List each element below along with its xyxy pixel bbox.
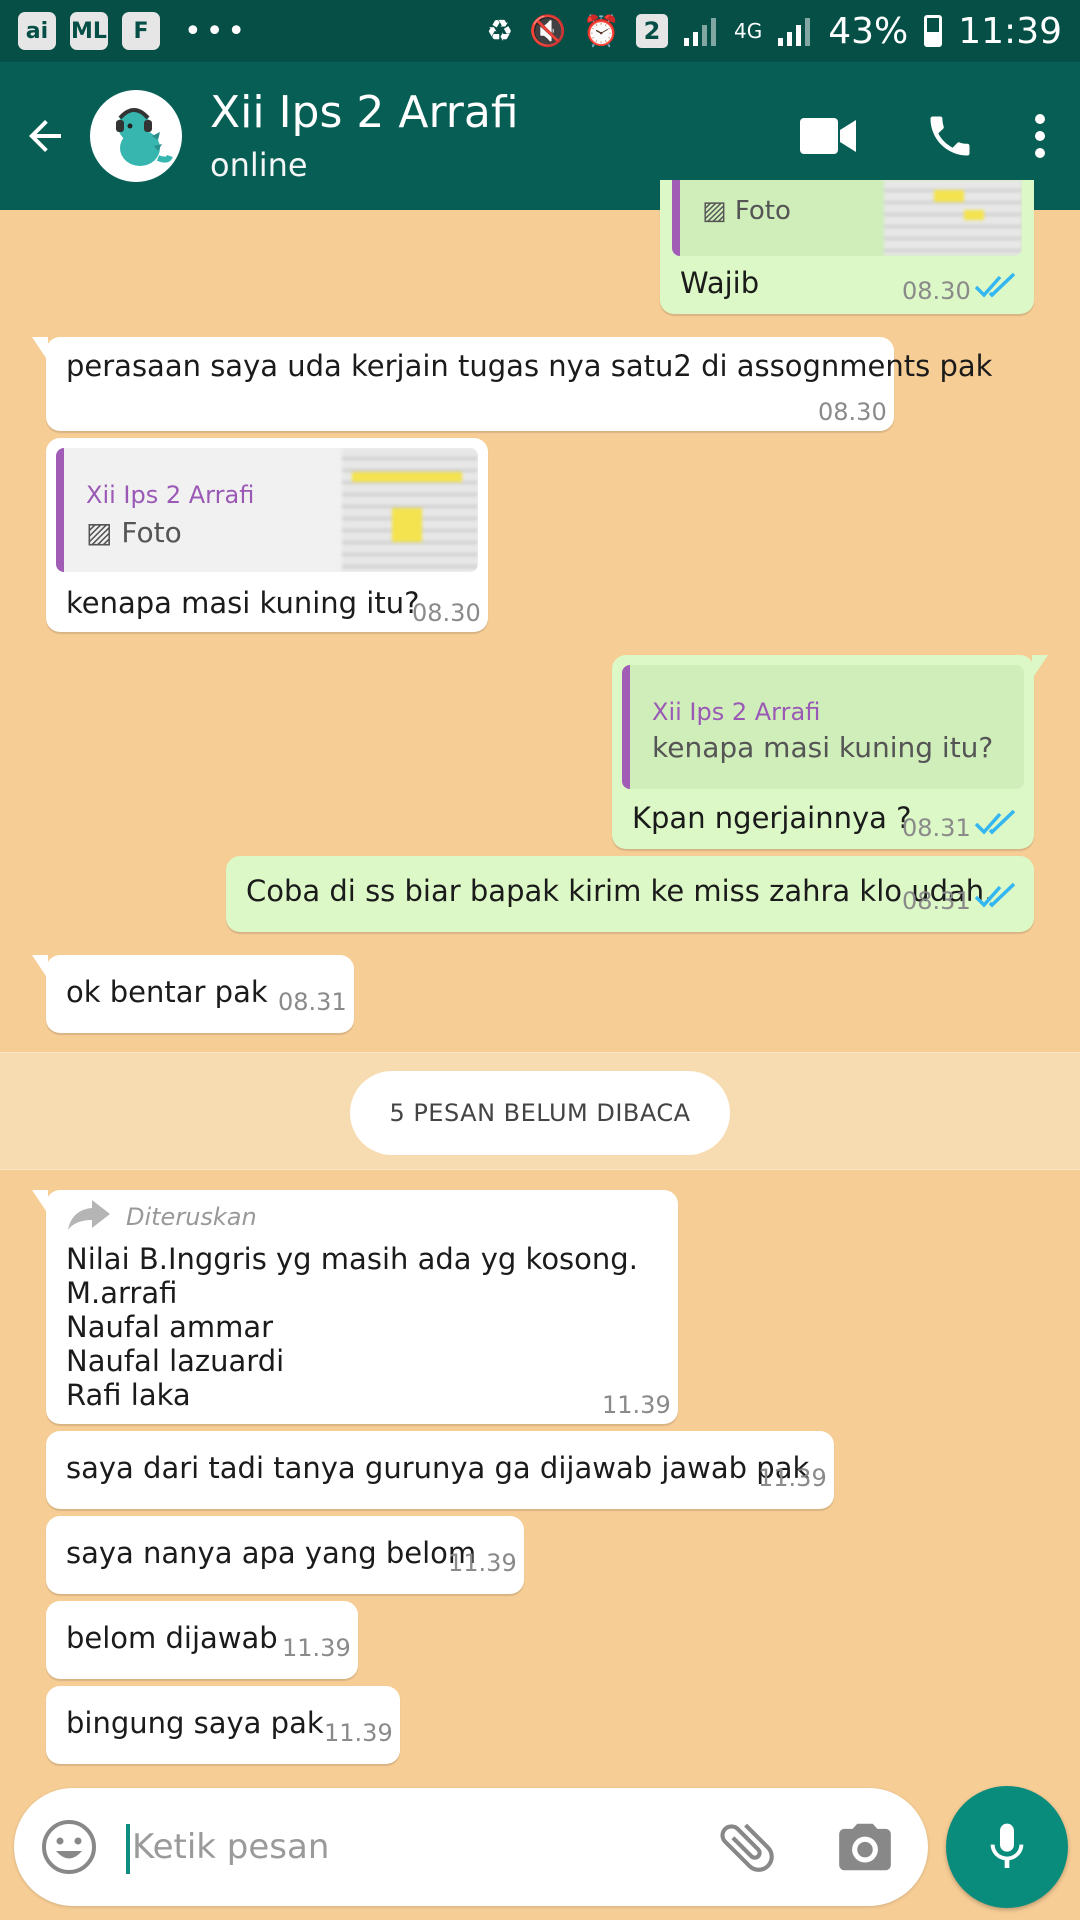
message-time: 11.39 [602,1391,671,1419]
quote-text: ▨ Foto [86,516,182,549]
attach-icon[interactable] [714,1814,780,1880]
message-text: bingung saya pak [66,1706,324,1740]
forwarded-label: Diteruskan [126,1203,257,1231]
image-icon: ▨ [86,516,113,549]
notification-app-icon: ai [18,12,56,50]
video-camera-icon [800,118,856,154]
message-time: 11.39 [448,1549,517,1577]
phone-icon [930,116,970,156]
message-line: Naufal lazuardi [66,1344,285,1378]
quote-text: ▨ Foto [702,196,791,226]
chat-status: online [210,146,308,184]
bubble-tail [32,1190,48,1214]
more-vertical-icon [1035,114,1045,158]
message-time: 08.30 [818,398,887,426]
unread-divider: 5 PESAN BELUM DIBACA [0,1052,1080,1170]
read-ticks-icon [974,272,1016,298]
reply-quote: Xii Ips 2 Arrafi kenapa masi kuning itu? [622,665,1024,789]
voice-message-button[interactable] [946,1786,1068,1908]
bubble-tail [1032,655,1048,679]
message-text: saya dari tadi tanya gurunya ga dijawab … [66,1451,810,1485]
message-text: Nilai B.Inggris yg masih ada yg kosong. … [66,1242,638,1412]
message-bubble-outgoing[interactable]: ▨ Foto Wajib 08.30 [660,180,1034,314]
back-arrow-icon [29,120,61,152]
message-text: saya nanya apa yang belom [66,1536,477,1570]
message-input[interactable] [132,1818,692,1876]
message-bubble-incoming[interactable]: bingung saya pak 11.39 [46,1686,400,1764]
bubble-tail [32,337,48,361]
network-type: 4G [734,19,763,43]
message-text: ok bentar pak [66,975,268,1009]
message-composer [14,1788,928,1906]
read-ticks-icon [974,809,1016,835]
message-text: Coba di ss biar bapak kirim ke miss zahr… [246,874,994,908]
quote-sender: Xii Ips 2 Arrafi [86,481,255,509]
message-time: 08.30 [412,599,481,627]
signal-icon [684,18,716,46]
message-bubble-incoming-forwarded[interactable]: Diteruskan Nilai B.Inggris yg masih ada … [32,1190,678,1424]
message-line: Nilai B.Inggris yg masih ada yg kosong. [66,1242,638,1276]
battery-percent: 43% [828,10,909,52]
chat-title[interactable]: Xii Ips 2 Arrafi [210,87,778,139]
message-time: 08.30 [902,277,971,305]
message-bubble-incoming[interactable]: ok bentar pak 08.31 [32,955,354,1033]
message-text: Kpan ngerjainnya ? [632,801,912,835]
avatar[interactable] [90,90,182,182]
reply-quote: ▨ Foto [672,180,1022,256]
sim-badge: 2 [636,14,668,48]
forward-arrow-icon [68,1200,110,1230]
alarm-icon: ⏰ [582,13,620,49]
message-line: M.arrafi [66,1276,178,1310]
unread-count-badge: 5 PESAN BELUM DIBACA [350,1071,730,1155]
quote-sender: Xii Ips 2 Arrafi [652,698,821,726]
message-bubble-incoming[interactable]: saya dari tadi tanya gurunya ga dijawab … [46,1431,834,1509]
message-line: Naufal ammar [66,1310,274,1344]
status-bar: ai ML F ••• ♻ 🔇 ⏰ 2 4G 43% 11:39 [0,0,1080,62]
camera-icon[interactable] [834,1816,896,1878]
message-line: Rafi laka [66,1378,191,1412]
text-caret [126,1824,130,1874]
message-text: perasaan saya uda kerjain tugas nya satu… [66,349,993,383]
clock: 11:39 [958,10,1062,52]
message-bubble-outgoing[interactable]: Coba di ss biar bapak kirim ke miss zahr… [226,856,1034,932]
message-bubble-incoming[interactable]: perasaan saya uda kerjain tugas nya satu… [32,337,992,431]
more-notifications-icon: ••• [184,13,250,49]
notification-ml-icon: ML [70,12,108,50]
message-bubble-outgoing[interactable]: Xii Ips 2 Arrafi kenapa masi kuning itu?… [612,655,1048,849]
image-icon: ▨ [702,196,727,226]
read-ticks-icon [974,882,1016,908]
message-bubble-incoming[interactable]: belom dijawab 11.39 [46,1601,358,1679]
emoji-icon[interactable] [40,1818,98,1876]
bubble-tail [32,955,48,979]
microphone-icon [990,1823,1024,1868]
message-text: belom dijawab [66,1621,278,1655]
message-time: 08.31 [902,814,971,842]
quote-thumbnail [342,448,478,572]
signal-2-icon [778,18,811,46]
quote-text: kenapa masi kuning itu? [652,731,994,764]
message-text: Wajib [680,266,760,300]
message-text: kenapa masi kuning itu? [66,586,420,620]
recycle-icon: ♻ [486,13,514,49]
message-time: 11.39 [758,1464,827,1492]
message-time: 11.39 [324,1719,393,1747]
message-bubble-incoming[interactable]: saya nanya apa yang belom 11.39 [46,1516,524,1594]
back-button[interactable] [0,62,90,210]
message-time: 11.39 [282,1634,351,1662]
reply-quote: Xii Ips 2 Arrafi ▨ Foto [56,448,478,572]
mute-icon: 🔇 [529,13,567,49]
message-time: 08.31 [278,988,347,1016]
message-time: 08.31 [902,887,971,915]
notification-f-icon: F [122,12,160,50]
battery-icon [924,15,943,47]
quote-thumbnail [884,180,1022,256]
dinosaur-avatar-icon [116,108,173,166]
message-bubble-incoming[interactable]: Xii Ips 2 Arrafi ▨ Foto kenapa masi kuni… [46,438,488,632]
